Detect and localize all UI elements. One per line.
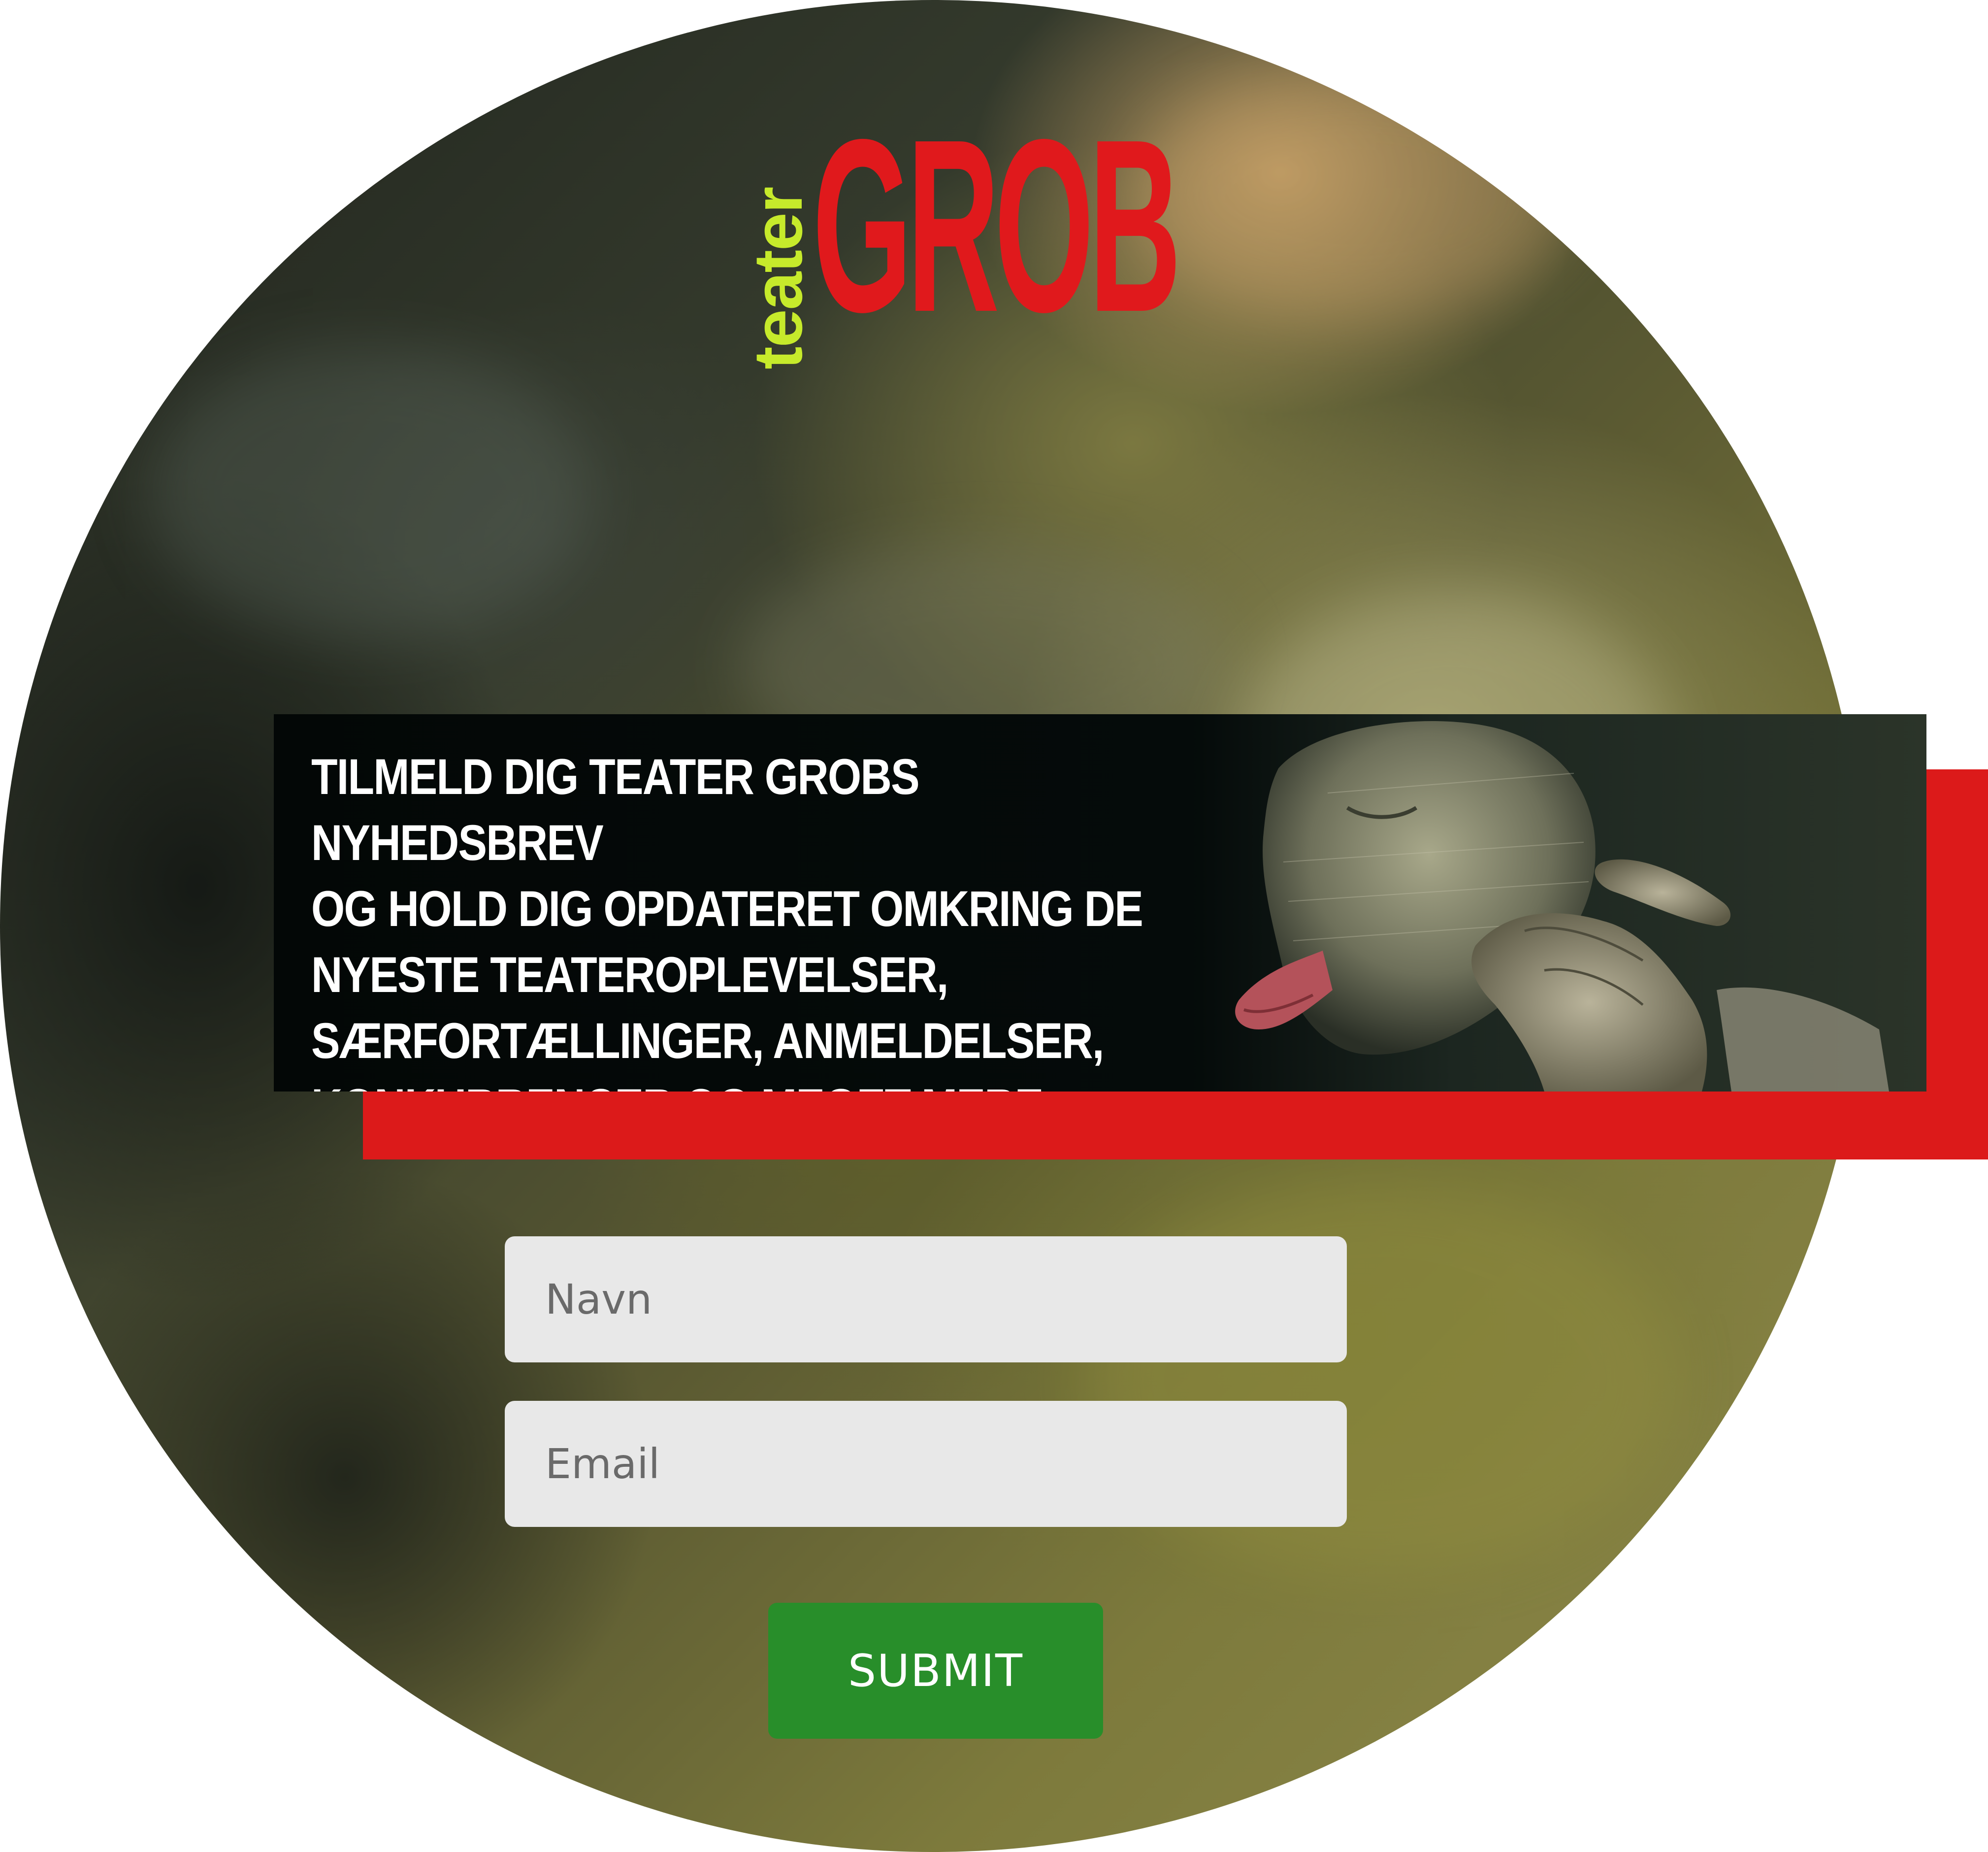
- smoke-wisp: [148, 345, 591, 640]
- banner-headline-line: TILMELD DIG TEATER GROBS NYHEDSBREV: [311, 749, 920, 871]
- teater-grob-logo: teater GROB: [729, 102, 1181, 384]
- banner-headline-line: OG HOLD DIG OPDATERET OMKRING DE: [311, 881, 1143, 937]
- logo-grob-text: GROB: [813, 88, 1181, 363]
- banner-headline-line: SÆRFORTÆLLINGER, ANMELDELSER,: [311, 1013, 1104, 1069]
- smoke-wisp: [1133, 74, 1576, 320]
- name-input[interactable]: Navn: [505, 1236, 1347, 1362]
- banner-headline-line: NYESTE TEATEROPLEVELSER,: [311, 947, 948, 1003]
- newsletter-banner: TILMELD DIG TEATER GROBS NYHEDSBREV OG H…: [274, 714, 1926, 1091]
- email-input[interactable]: Email: [505, 1401, 1347, 1527]
- performer-photo: [1200, 714, 1926, 1091]
- banner-headline: TILMELD DIG TEATER GROBS NYHEDSBREV OG H…: [311, 744, 1201, 1091]
- newsletter-signup-page: teater GROB TILMELD DIG TEATER GROBS NYH…: [0, 0, 1988, 1852]
- logo-teater-text: teater: [739, 187, 816, 369]
- banner-headline-line: KONKURRENCER OG MEGET MERE.: [311, 1074, 1201, 1091]
- submit-button[interactable]: SUBMIT: [768, 1603, 1103, 1739]
